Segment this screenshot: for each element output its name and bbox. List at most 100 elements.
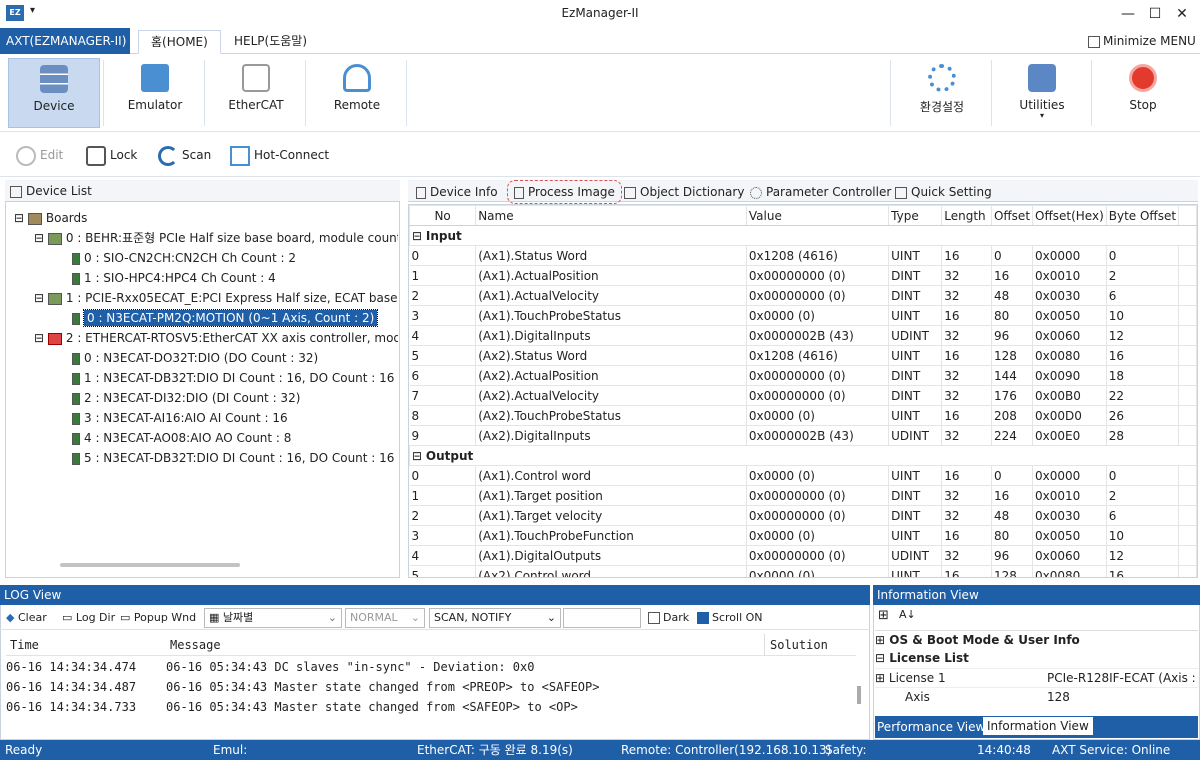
tree-item-boards[interactable]: ⊟ Boards [14,208,398,228]
tree-item-module[interactable]: 2 : N3ECAT-DI32:DIO (DI Count : 32) [14,388,398,408]
column-header[interactable]: Offset [990,205,1034,226]
tab-object-dictionary[interactable]: Object Dictionary [624,183,744,201]
tree-item-module[interactable]: 3 : N3ECAT-AI16:AIO AI Count : 16 [14,408,398,428]
minimize-menu-checkbox[interactable] [1088,35,1100,48]
tab-quick-setting[interactable]: Quick Setting [895,183,992,201]
table-row[interactable]: 4 (Ax1).DigitalInputs 0x0000002B (43) UDINT… [409,325,1197,346]
os-boot-section[interactable]: ⊞ OS & Boot Mode & User Info [875,630,1198,649]
tree-item-module[interactable]: 4 : N3ECAT-AO08:AIO AO Count : 8 [14,428,398,448]
group-row-output[interactable]: ⊟ Output [409,445,1197,466]
group-row-input[interactable]: ⊟ Input [409,225,1197,246]
collapse-icon[interactable]: ⊟ [412,449,426,463]
utilities-button[interactable]: Utilities ▾ [996,58,1088,128]
column-header[interactable]: Name [475,205,747,226]
cell: UDINT [888,325,943,346]
table-row[interactable]: 8 (Ax2).TouchProbeStatus 0x0000 (0) UINT 16 2… [409,405,1197,426]
clear-log-button[interactable]: ◆ Clear [6,611,47,625]
maximize-window-button[interactable]: ☐ [1143,4,1167,24]
table-row[interactable]: 9 (Ax2).DigitalInputs 0x0000002B (43) UDINT… [409,425,1197,446]
cell: 0x0010 [1032,265,1107,286]
license-1-row[interactable]: ⊞ License 1 PCIe-R128IF-ECAT (Axis : 12 [875,668,1198,687]
tree-item-board-0[interactable]: ⊟ 0 : BEHR:표준형 PCIe Half size base board… [14,228,398,248]
popup-wnd-button[interactable]: ▭ Popup Wnd [120,611,196,625]
tab-help[interactable]: HELP(도움말) [222,30,319,54]
table-row[interactable]: 5 (Ax2).Status Word 0x1208 (4616) UINT 16 128… [409,345,1197,366]
tree-item-board-1[interactable]: ⊟ 1 : PCIE-Rxx05ECAT_E:PCI Express Half … [14,288,398,308]
device-button[interactable]: Device [8,58,100,128]
table-row[interactable]: 2 (Ax1).Target velocity 0x00000000 (0) DINT… [409,505,1197,526]
network-icon [230,145,250,166]
table-row[interactable]: 3 (Ax1).TouchProbeFunction 0x0000 (0) UINT 1… [409,525,1197,546]
license-list-section[interactable]: ⊟ License List [875,649,1198,668]
dark-toggle[interactable]: Dark [648,611,689,625]
cell-no: 3 [409,305,477,326]
column-header[interactable]: Type [888,205,943,226]
column-header[interactable]: Time [10,638,39,652]
tab-device-list[interactable]: Device List [10,183,92,199]
tab-information-view[interactable]: Information View [983,717,1093,735]
tree-item-module[interactable]: 0 : N3ECAT-DO32T:DIO (DO Count : 32) [14,348,398,368]
column-header[interactable]: Byte Offset [1105,205,1180,226]
scan-button[interactable]: Scan [158,143,211,167]
horizontal-scrollbar[interactable] [60,563,240,567]
tree-item-module[interactable]: 1 : SIO-HPC4:HPC4 Ch Count : 4 [14,268,398,288]
table-row[interactable]: 1 (Ax1).ActualPosition 0x00000000 (0) DINT 3… [409,265,1197,286]
tree-item-module[interactable]: 5 : N3ECAT-DB32T:DIO DI Count : 16, DO C… [14,448,398,468]
table-row[interactable]: 2 (Ax1).ActualVelocity 0x00000000 (0) DINT 3… [409,285,1197,306]
column-header[interactable]: Solution [770,638,828,652]
cell: (Ax1).DigitalInputs [475,325,747,346]
table-row[interactable]: 7 (Ax2).ActualVelocity 0x00000000 (0) DINT 3… [409,385,1197,406]
tab-process-image[interactable]: Process Image [507,180,622,204]
app-menu-tab[interactable]: AXT(EZMANAGER-II) [0,28,130,54]
dictionary-icon [624,186,636,199]
hot-connect-button[interactable]: Hot-Connect [230,143,329,167]
collapse-icon[interactable]: ⊟ [412,229,426,243]
tree-item-module[interactable]: 1 : N3ECAT-DB32T:DIO DI Count : 16, DO C… [14,368,398,388]
lock-label: Lock [110,148,138,162]
categorized-view-icon[interactable]: ⊞ [878,608,889,623]
scroll-on-checkbox[interactable] [697,612,709,624]
tab-parameter-controller[interactable]: Parameter Controller [750,183,891,201]
log-category-select[interactable]: SCAN, NOTIFY ⌄ [429,608,561,628]
sort-alpha-icon[interactable]: A↓ [899,608,916,621]
tab-performance-view[interactable]: Performance View [877,718,985,736]
tab-device-info[interactable]: Device Info [416,183,498,201]
ethercat-button[interactable]: EtherCAT [210,58,302,128]
minimize-window-button[interactable]: — [1116,4,1140,24]
column-header[interactable]: No [409,205,477,226]
tab-home[interactable]: 홈(HOME) [138,30,221,54]
tree-item-module[interactable]: 0 : SIO-CN2CH:CN2CH Ch Count : 2 [14,248,398,268]
tree-item-board-2[interactable]: ⊟ 2 : ETHERCAT-RTOSV5:EtherCAT XX axis c… [14,328,398,348]
cell: 0x1208 (4616) [745,345,890,366]
log-level-select[interactable]: NORMAL ⌄ [345,608,425,628]
column-header[interactable]: Offset(Hex) [1032,205,1107,226]
table-row[interactable]: 6 (Ax2).ActualPosition 0x00000000 (0) DINT 3… [409,365,1197,386]
table-row[interactable]: 3 (Ax1).TouchProbeStatus 0x0000 (0) UINT 16 8… [409,305,1197,326]
column-header[interactable]: Length [941,205,992,226]
table-row[interactable]: 5 (Ax2).Control word 0x0000 (0) UINT 16 128 0x… [409,565,1197,577]
edit-button[interactable]: Edit [16,143,63,167]
log-search-input[interactable] [563,608,641,628]
emulator-button[interactable]: Emulator [109,58,201,128]
table-row[interactable]: 1 (Ax1).Target position 0x00000000 (0) DINT… [409,485,1197,506]
module-icon [72,272,80,285]
log-scrollbar[interactable] [857,686,861,704]
close-window-button[interactable]: ✕ [1170,4,1194,24]
remote-button[interactable]: Remote [311,58,403,128]
lock-button[interactable]: Lock [86,143,137,167]
table-row[interactable]: 0 (Ax1).Control word 0x0000 (0) UINT 16 0 0x00… [409,465,1197,486]
dark-checkbox[interactable] [648,612,660,624]
column-header[interactable]: Value [745,205,890,226]
table-row[interactable]: 4 (Ax1).DigitalOutputs 0x00000000 (0) UDINT… [409,545,1197,566]
tree-item-module-selected[interactable]: 0 : N3ECAT-PM2Q:MOTION (0~1 Axis, Count … [14,308,398,328]
table-row[interactable]: 0 (Ax1).Status Word 0x1208 (4616) UINT 16 0 0x… [409,245,1197,266]
axis-row[interactable]: Axis 128 [875,687,1198,706]
settings-button[interactable]: 환경설정 [896,58,988,128]
column-header[interactable]: Message [170,638,221,652]
scroll-on-toggle[interactable]: Scroll ON [697,611,763,625]
minimize-menu-toggle[interactable]: Minimize MENU [1088,34,1196,48]
dark-label: Dark [663,611,690,624]
log-dir-button[interactable]: ▭ Log Dir [62,611,115,625]
stop-button[interactable]: Stop [1097,58,1189,128]
date-filter-select[interactable]: ▦ 날짜별 ⌄ [204,608,342,628]
